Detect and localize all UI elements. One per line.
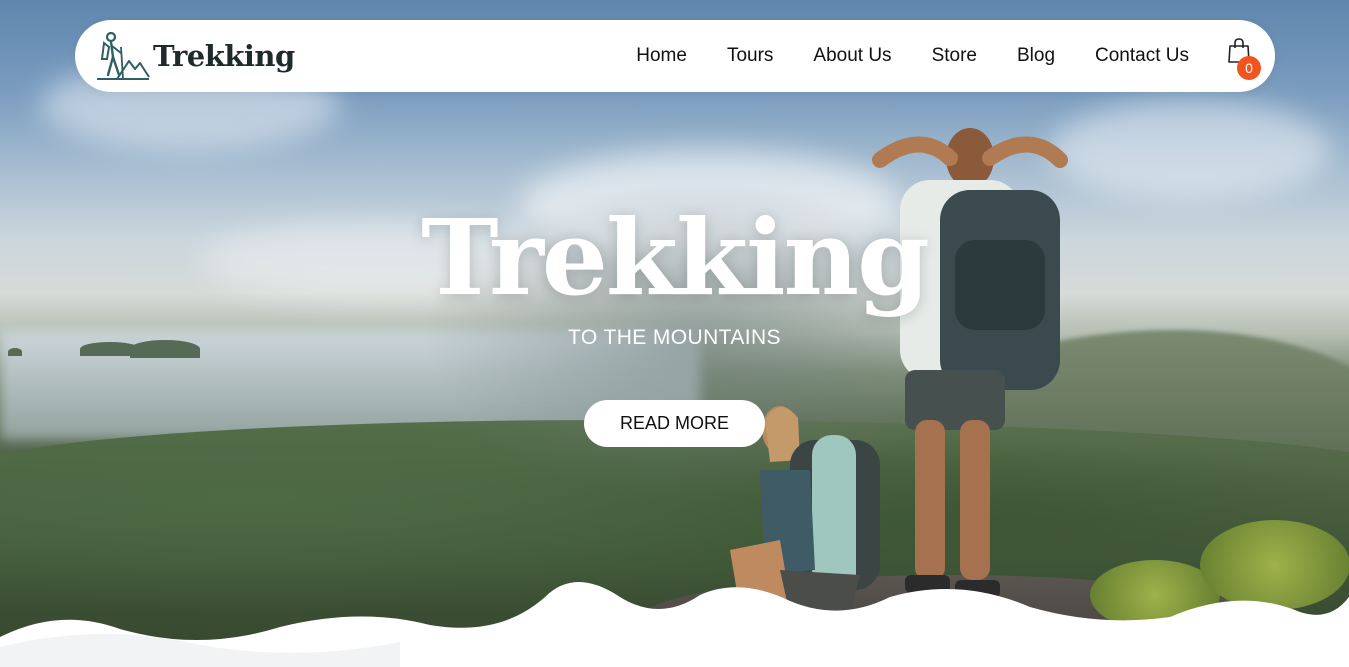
nav-tours[interactable]: Tours <box>727 45 773 67</box>
read-more-button[interactable]: READ MORE <box>584 400 765 447</box>
nav-contact-us[interactable]: Contact Us <box>1095 45 1189 67</box>
nav-blog[interactable]: Blog <box>1017 45 1055 67</box>
navbar: Trekking Home Tours About Us Store Blog … <box>75 20 1275 92</box>
snow-edge <box>0 582 1349 667</box>
hero-title: Trekking <box>421 196 930 319</box>
hiker-mountain-icon <box>97 31 150 80</box>
cart-count-badge: 0 <box>1237 56 1261 80</box>
main-nav: Home Tours About Us Store Blog Contact U… <box>596 36 1261 80</box>
nav-about-us[interactable]: About Us <box>813 45 891 67</box>
brand-logo-link[interactable]: Trekking <box>95 29 295 83</box>
brand-name: Trekking <box>153 39 295 73</box>
hero-subtitle: TO THE MOUNTAINS <box>568 326 781 349</box>
nav-home[interactable]: Home <box>636 45 687 67</box>
hiker-man <box>872 128 1068 598</box>
cart-button[interactable]: 0 <box>1227 36 1261 80</box>
nav-store[interactable]: Store <box>932 45 977 67</box>
cloud <box>1050 100 1330 200</box>
